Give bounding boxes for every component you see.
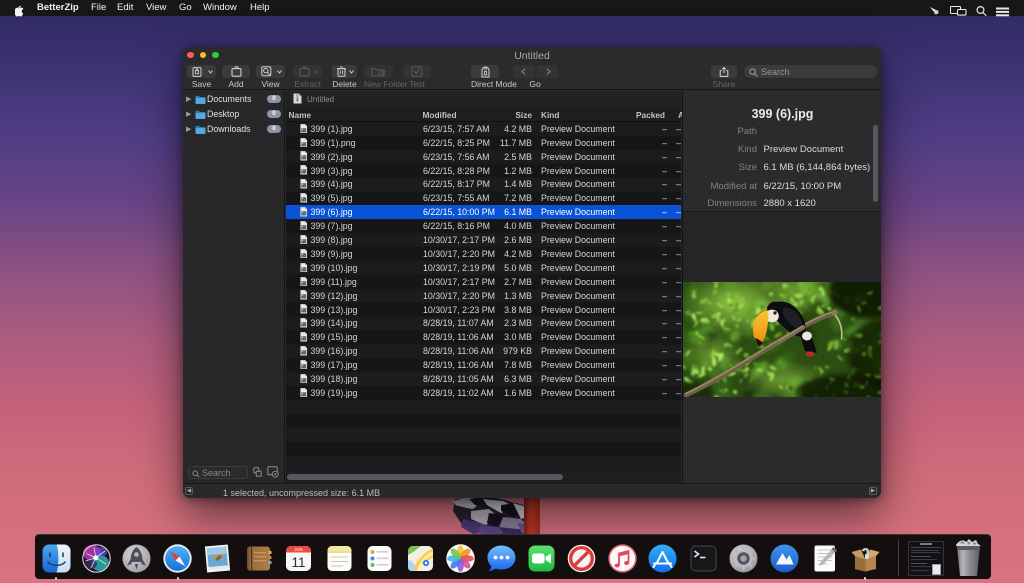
svg-text:JUN: JUN <box>295 547 303 552</box>
svg-text:11: 11 <box>292 555 306 570</box>
